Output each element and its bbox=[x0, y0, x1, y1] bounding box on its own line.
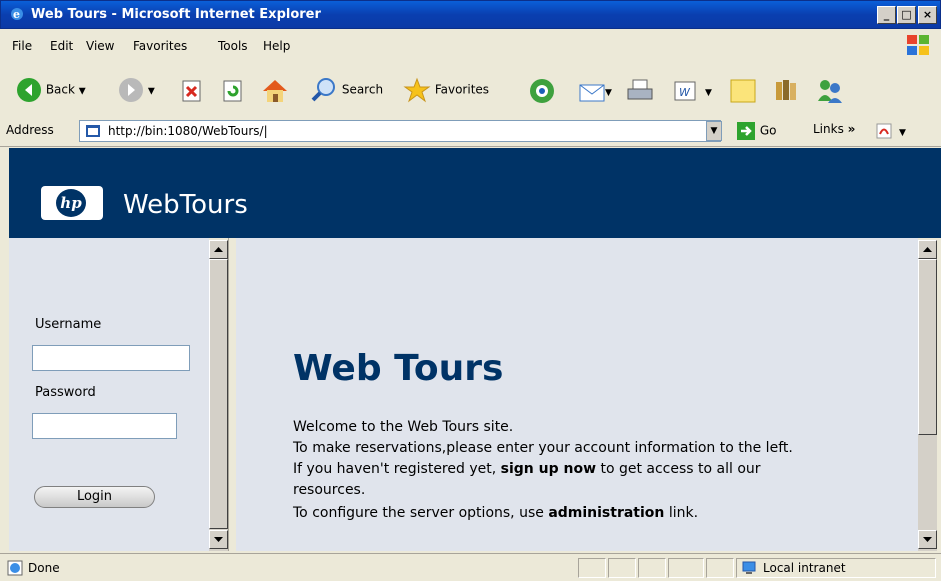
svg-text:e: e bbox=[13, 8, 20, 21]
mail-icon[interactable]: ▼ bbox=[578, 77, 614, 105]
welcome-line-3: If you haven't registered yet, sign up n… bbox=[293, 461, 761, 477]
page-icon bbox=[86, 125, 100, 137]
stop-icon[interactable] bbox=[180, 79, 204, 103]
welcome-line-1: Welcome to the Web Tours site. bbox=[293, 419, 514, 435]
scroll-down-button[interactable] bbox=[209, 530, 228, 549]
print-icon[interactable] bbox=[625, 77, 655, 105]
menu-bar: File Edit View Favorites Tools Help bbox=[0, 29, 941, 63]
welcome-frame-scrollbar[interactable] bbox=[918, 240, 937, 551]
links-button[interactable]: Links » bbox=[813, 122, 855, 136]
zone-label: Local intranet bbox=[763, 561, 846, 575]
welcome-line-2: To make reservations,please enter your a… bbox=[293, 440, 793, 456]
close-button[interactable]: × bbox=[918, 6, 937, 24]
search-button[interactable]: Search bbox=[310, 77, 383, 103]
address-bar: Address http://bin:1080/WebTours/| ▼ Go … bbox=[0, 116, 941, 147]
hp-logo: hp bbox=[41, 186, 103, 220]
page-done-icon bbox=[7, 560, 23, 576]
status-text: Done bbox=[28, 561, 60, 575]
svg-text:W: W bbox=[679, 86, 691, 99]
administration-link[interactable]: administration bbox=[548, 505, 664, 521]
svg-text:▼: ▼ bbox=[605, 88, 612, 98]
favorites-button[interactable]: Favorites bbox=[403, 77, 489, 103]
svg-text:▼: ▼ bbox=[705, 88, 712, 98]
password-input[interactable] bbox=[32, 413, 177, 439]
address-dropdown-button[interactable]: ▼ bbox=[706, 121, 722, 141]
login-button[interactable]: Login bbox=[34, 486, 155, 508]
ie-icon: e bbox=[11, 8, 23, 21]
status-cell bbox=[706, 558, 734, 578]
maximize-button[interactable]: □ bbox=[897, 6, 916, 24]
login-frame-scrollbar[interactable] bbox=[209, 240, 228, 551]
intranet-icon bbox=[742, 561, 756, 574]
windows-logo-icon bbox=[903, 32, 935, 59]
scroll-down-button[interactable] bbox=[918, 530, 937, 549]
menu-help[interactable]: Help bbox=[263, 39, 290, 53]
pdf-icon[interactable]: ▼ bbox=[875, 122, 915, 140]
status-cell bbox=[578, 558, 606, 578]
media-icon[interactable] bbox=[528, 77, 556, 105]
scroll-up-button[interactable] bbox=[918, 240, 937, 259]
edit-word-icon[interactable]: W ▼ bbox=[671, 77, 715, 105]
menu-view[interactable]: View bbox=[86, 39, 114, 53]
menu-tools[interactable]: Tools bbox=[218, 39, 248, 53]
home-icon[interactable] bbox=[260, 77, 290, 105]
star-icon bbox=[403, 77, 431, 103]
password-label: Password bbox=[35, 385, 96, 400]
security-zone: Local intranet bbox=[736, 558, 936, 578]
sign-up-link[interactable]: sign up now bbox=[501, 461, 596, 477]
address-label: Address bbox=[6, 123, 54, 137]
status-cell bbox=[668, 558, 704, 578]
site-banner: hp WebTours bbox=[9, 148, 941, 238]
back-arrow-icon bbox=[17, 78, 41, 102]
discuss-icon[interactable] bbox=[728, 77, 758, 105]
toolbar: Back ▼ ▼ Search Favorites ▼ W ▼ bbox=[0, 62, 941, 117]
menu-favorites[interactable]: Favorites bbox=[133, 39, 187, 53]
refresh-icon[interactable] bbox=[221, 79, 245, 103]
welcome-line-5: To configure the server options, use adm… bbox=[293, 505, 699, 521]
forward-arrow-icon bbox=[119, 78, 143, 102]
go-arrow-icon bbox=[737, 122, 755, 140]
menu-edit[interactable]: Edit bbox=[50, 39, 73, 53]
back-button[interactable]: Back ▼ bbox=[16, 77, 86, 103]
scroll-up-button[interactable] bbox=[209, 240, 228, 259]
menu-file[interactable]: File bbox=[12, 39, 32, 53]
search-icon bbox=[311, 78, 335, 102]
welcome-line-4: resources. bbox=[293, 482, 366, 498]
window-title: Web Tours - Microsoft Internet Explorer bbox=[31, 7, 321, 22]
svg-text:▼: ▼ bbox=[899, 128, 906, 138]
status-cell bbox=[608, 558, 636, 578]
title-bar: e Web Tours - Microsoft Internet Explore… bbox=[0, 0, 941, 29]
minimize-button[interactable]: _ bbox=[877, 6, 896, 24]
messenger-icon[interactable] bbox=[815, 77, 845, 105]
brand-name: WebTours bbox=[123, 190, 248, 220]
address-url: http://bin:1080/WebTours/| bbox=[108, 124, 268, 138]
go-button[interactable]: Go bbox=[736, 121, 776, 141]
scroll-thumb[interactable] bbox=[918, 259, 937, 435]
page-heading: Web Tours bbox=[293, 348, 504, 389]
forward-button[interactable]: ▼ bbox=[118, 77, 155, 103]
scroll-thumb[interactable] bbox=[209, 259, 228, 529]
address-input[interactable]: http://bin:1080/WebTours/| bbox=[79, 120, 721, 142]
research-icon[interactable] bbox=[772, 77, 802, 105]
username-input[interactable] bbox=[32, 345, 190, 371]
status-bar: Done Local intranet bbox=[0, 553, 941, 581]
status-cell bbox=[638, 558, 666, 578]
username-label: Username bbox=[35, 317, 102, 332]
